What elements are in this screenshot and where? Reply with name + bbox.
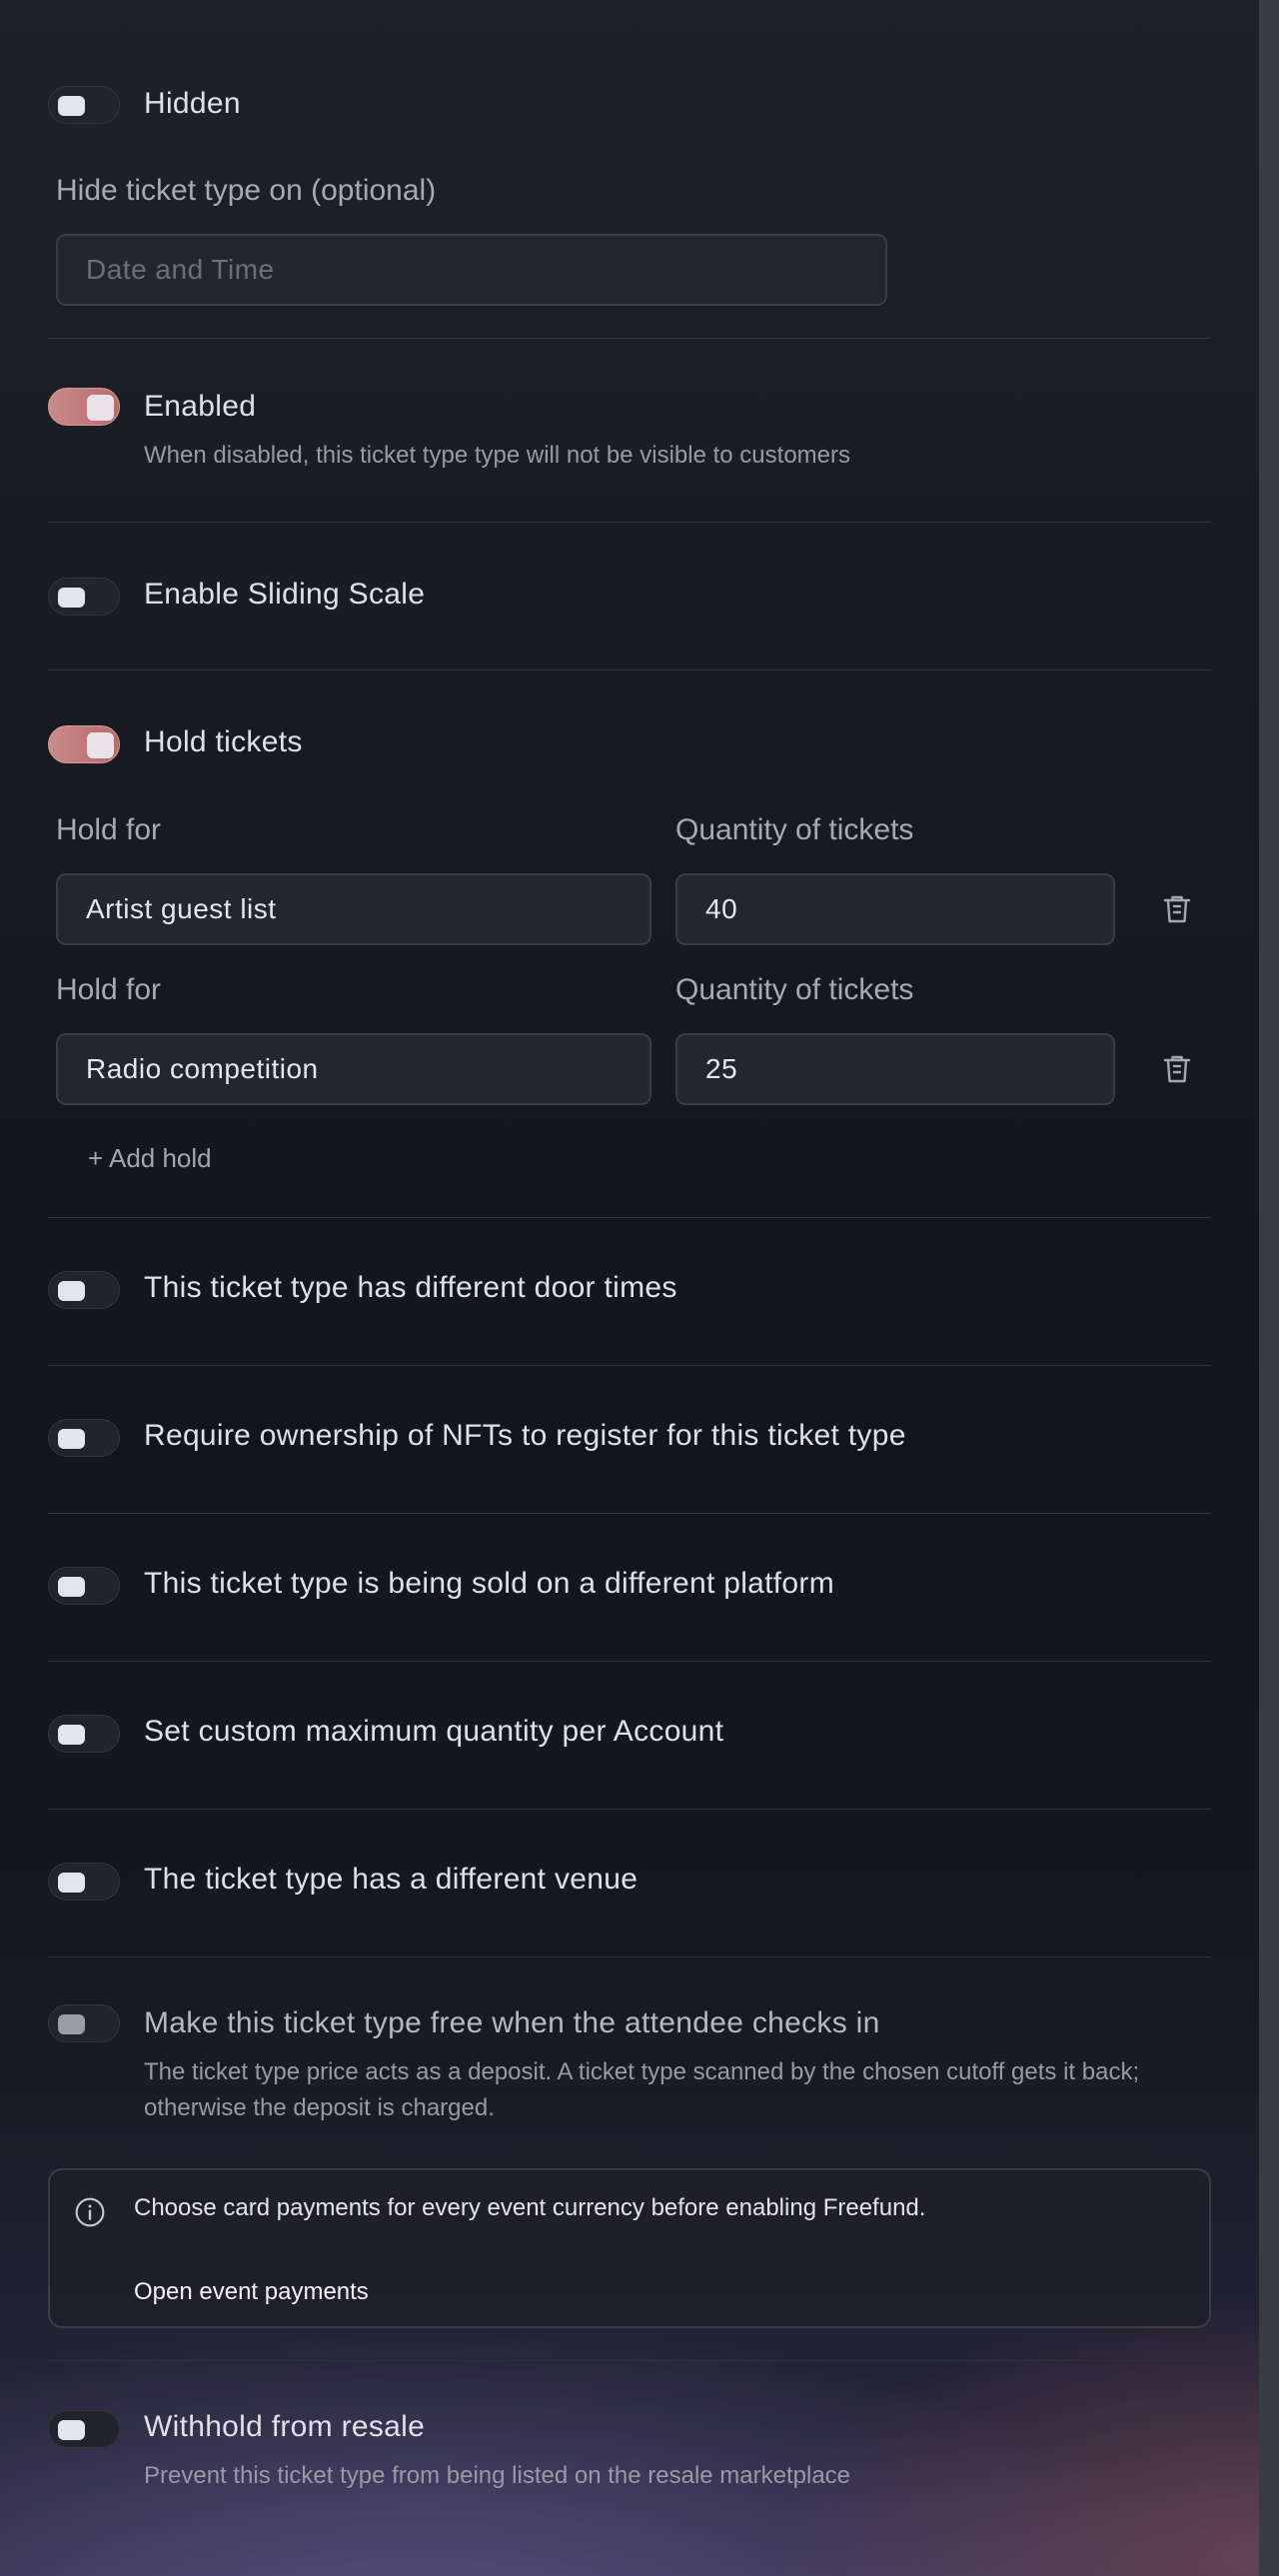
open-event-payments-link[interactable]: Open event payments (134, 2278, 369, 2306)
different-venue-label: The ticket type has a different venue (144, 1863, 639, 1896)
hold-for-input[interactable] (56, 873, 651, 945)
divider (48, 338, 1211, 339)
withhold-resale-description: Prevent this ticket type from being list… (144, 2462, 851, 2489)
sliding-scale-label: Enable Sliding Scale (144, 578, 426, 611)
freefund-description-line1: The ticket type price acts as a deposit.… (144, 2058, 1140, 2085)
different-platform-toggle[interactable] (48, 1567, 120, 1605)
different-venue-toggle[interactable] (48, 1863, 120, 1901)
trash-icon[interactable] (1159, 1051, 1195, 1087)
quantity-label: Quantity of tickets (675, 813, 914, 846)
divider (48, 2360, 1211, 2361)
toggle-knob (58, 1577, 85, 1597)
nft-label: Require ownership of NFTs to register fo… (144, 1419, 906, 1452)
freefund-notice: Choose card payments for every event cur… (48, 2168, 1211, 2328)
door-times-toggle[interactable] (48, 1271, 120, 1309)
quantity-label: Quantity of tickets (675, 973, 914, 1006)
hide-on-datetime-input[interactable] (56, 234, 887, 306)
toggle-knob (58, 588, 85, 608)
hold-quantity-input[interactable] (675, 873, 1115, 945)
withhold-resale-label: Withhold from resale (144, 2410, 426, 2443)
toggle-knob (87, 395, 114, 421)
toggle-knob (58, 1725, 85, 1745)
divider (48, 669, 1211, 670)
divider (48, 1217, 1211, 1218)
hold-tickets-label: Hold tickets (144, 725, 303, 758)
notice-message: Choose card payments for every event cur… (134, 2194, 926, 2221)
info-icon (75, 2197, 105, 2227)
sliding-scale-toggle[interactable] (48, 578, 120, 616)
toggle-knob (58, 96, 85, 116)
freefund-toggle[interactable] (48, 2004, 120, 2042)
scrollbar[interactable] (1259, 0, 1279, 2576)
enabled-label: Enabled (144, 390, 257, 423)
divider (48, 522, 1211, 523)
divider (48, 1513, 1211, 1514)
add-hold-button[interactable]: + Add hold (88, 1143, 212, 1174)
hide-on-label: Hide ticket type on (optional) (56, 174, 437, 207)
different-platform-label: This ticket type is being sold on a diff… (144, 1567, 834, 1600)
hold-quantity-input[interactable] (675, 1033, 1115, 1105)
divider (48, 1365, 1211, 1366)
freefund-label: Make this ticket type free when the atte… (144, 2006, 880, 2039)
hidden-label: Hidden (144, 87, 241, 120)
withhold-resale-toggle[interactable] (48, 2410, 120, 2448)
toggle-knob (58, 1429, 85, 1449)
hold-for-input[interactable] (56, 1033, 651, 1105)
nft-toggle[interactable] (48, 1419, 120, 1457)
divider (48, 1661, 1211, 1662)
toggle-knob (87, 732, 114, 758)
trash-icon[interactable] (1159, 891, 1195, 927)
toggle-knob (58, 1281, 85, 1301)
toggle-knob (58, 2420, 85, 2440)
divider (48, 1809, 1211, 1810)
divider (48, 1956, 1211, 1957)
door-times-label: This ticket type has different door time… (144, 1271, 677, 1304)
custom-max-toggle[interactable] (48, 1715, 120, 1753)
hold-for-label: Hold for (56, 973, 162, 1006)
hold-tickets-toggle[interactable] (48, 725, 120, 763)
enabled-description: When disabled, this ticket type type wil… (144, 442, 850, 469)
hidden-toggle[interactable] (48, 86, 120, 124)
toggle-knob (58, 2014, 85, 2034)
toggle-knob (58, 1873, 85, 1893)
custom-max-label: Set custom maximum quantity per Account (144, 1715, 724, 1748)
hold-for-label: Hold for (56, 813, 162, 846)
enabled-toggle[interactable] (48, 388, 120, 426)
freefund-description-line2: otherwise the deposit is charged. (144, 2094, 495, 2121)
